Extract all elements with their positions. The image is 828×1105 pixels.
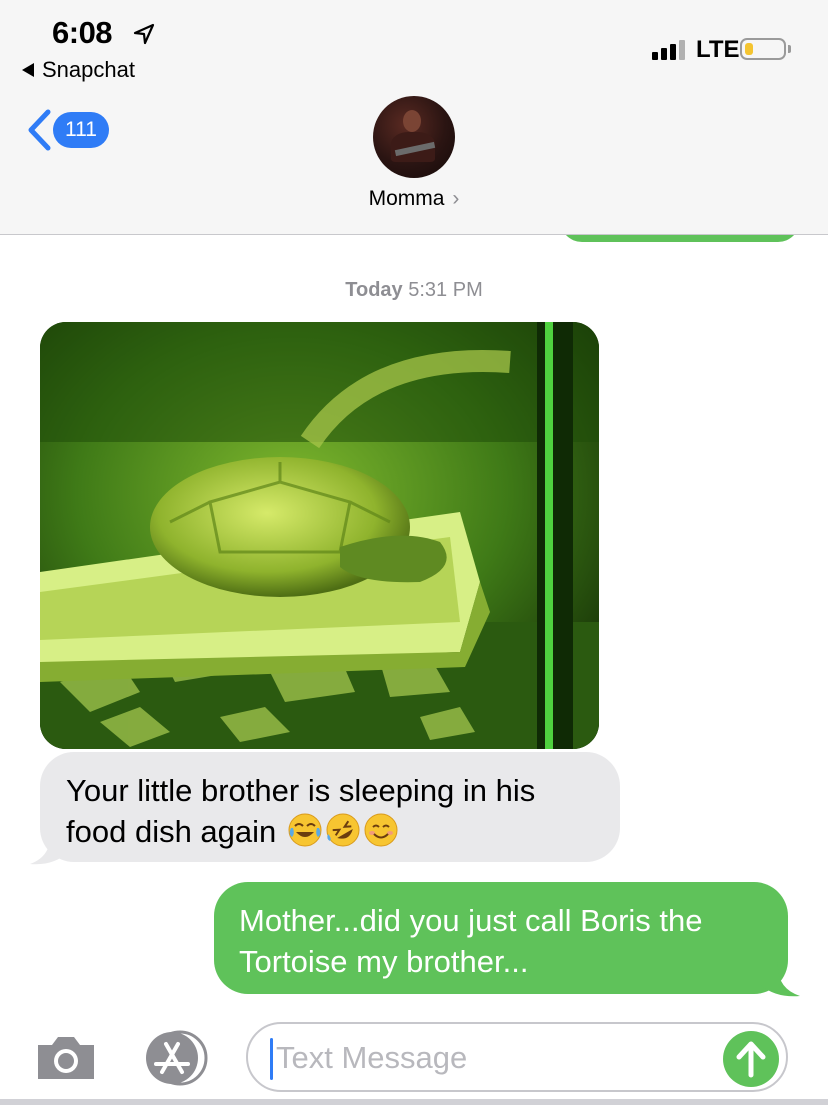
timestamp-time: 5:31 PM: [408, 279, 483, 301]
app-store-icon[interactable]: [138, 1030, 212, 1086]
network-label: LTE: [696, 36, 740, 63]
incoming-bubble-tail: [30, 832, 68, 865]
rolling-on-floor-laughing-icon: [326, 813, 360, 847]
bottom-divider: [0, 1099, 828, 1105]
camera-icon[interactable]: [34, 1031, 98, 1083]
text-cursor: [270, 1038, 273, 1080]
face-with-tears-of-joy-icon: [288, 813, 322, 847]
contact-name: Momma: [368, 187, 445, 210]
back-to-app-button[interactable]: Snapchat: [22, 57, 135, 83]
incoming-message-bubble[interactable]: Your little brother is sleeping in his f…: [40, 752, 620, 862]
message-input-placeholder: Text Message: [276, 1040, 468, 1075]
battery-icon: [740, 38, 786, 60]
smiling-face-icon: [364, 813, 398, 847]
send-arrow-icon[interactable]: [723, 1031, 779, 1087]
back-app-label: Snapchat: [42, 57, 135, 82]
back-triangle-icon: [22, 63, 34, 77]
unread-count-badge[interactable]: 111: [53, 112, 109, 148]
chevron-right-icon: ›: [452, 187, 460, 210]
location-arrow-icon: [133, 23, 155, 45]
back-chevron-icon[interactable]: [24, 108, 54, 152]
message-input[interactable]: Text Message: [246, 1022, 788, 1092]
tortoise-photo[interactable]: [40, 322, 599, 749]
timestamp-day: Today: [345, 279, 403, 301]
outgoing-bubble-tail: [760, 962, 800, 997]
message-timestamp: Today 5:31 PM: [0, 279, 828, 302]
contact-name-button[interactable]: Momma ›: [0, 187, 828, 211]
outgoing-message-text: Mother...did you just call Boris the Tor…: [239, 903, 703, 979]
contact-avatar[interactable]: [373, 96, 455, 178]
signal-strength-icon: [652, 40, 685, 60]
tortoise-photo-image: [40, 322, 599, 749]
status-time: 6:08: [52, 15, 113, 50]
outgoing-message-bubble[interactable]: Mother...did you just call Boris the Tor…: [214, 882, 788, 994]
conversation-header: 6:08 Snapchat LTE 111 Momma ›: [0, 0, 828, 235]
